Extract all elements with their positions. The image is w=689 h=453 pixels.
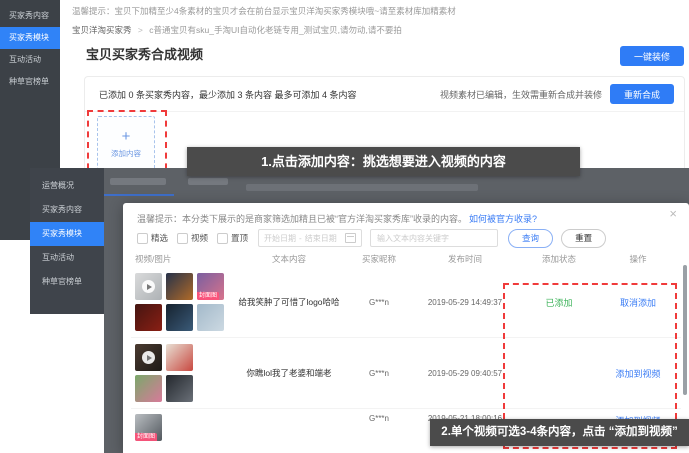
reset-button[interactable]: 重置: [561, 229, 606, 248]
media-thumbnail[interactable]: [135, 375, 162, 402]
content-text-cell: 你瞧lol我了老婆和端老: [235, 367, 343, 379]
panel2-sidebar: 运营概况买家秀内容买家秀模块互动活动种草官榜单: [30, 168, 104, 314]
column-header: 文本内容: [235, 253, 343, 265]
active-tab-underline: [104, 194, 174, 196]
search-button[interactable]: 查询: [508, 229, 553, 248]
thumb-grid: 封面图: [135, 414, 235, 441]
media-thumbnail[interactable]: 封面图: [197, 273, 224, 300]
thumbnail-cell: 封面图: [131, 273, 235, 331]
sidebar-item[interactable]: 种草官榜单: [30, 270, 104, 294]
date-start-placeholder: 开始日期: [264, 233, 296, 244]
breadcrumb: 宝贝洋淘买家秀 > c普通宝贝有sku_手淘UI自动化老链专用_测试宝贝,请勿动…: [72, 24, 402, 36]
filter-checkbox-label: 精选: [151, 232, 168, 244]
keyword-input[interactable]: [370, 229, 498, 247]
resynthesize-note: 视频素材已编辑，生效需重新合成并装修: [440, 88, 602, 101]
checkbox-icon: [217, 233, 228, 244]
buyer-nick-cell: G***n: [343, 414, 415, 423]
column-header: 买家昵称: [343, 253, 415, 265]
column-header: 发布时间: [415, 253, 515, 265]
media-thumbnail[interactable]: [197, 304, 224, 331]
media-thumbnail[interactable]: [135, 344, 162, 371]
tutorial-composite-canvas: 买家秀内容买家秀模块互动活动种草官榜单 温馨提示：宝贝下加精至少4条素材的宝贝才…: [0, 0, 689, 453]
breadcrumb-current: c普通宝贝有sku_手淘UI自动化老链专用_测试宝贝,请勿动,请不要拍: [149, 25, 402, 35]
media-thumbnail[interactable]: [166, 273, 193, 300]
play-icon: [142, 280, 155, 293]
media-thumbnail[interactable]: 封面图: [135, 414, 162, 441]
content-text-cell: 给我笑肿了可惜了logo哈哈: [235, 296, 343, 308]
thumb-grid: 封面图: [135, 273, 235, 331]
calendar-icon: [345, 233, 356, 243]
filter-checkbox[interactable]: 视频: [177, 232, 208, 244]
compose-box-header: 已添加 0 条买家秀内容，最少添加 3 条内容 最多可添加 4 条内容 视频素材…: [85, 77, 684, 112]
sidebar-item[interactable]: 买家秀内容: [0, 5, 60, 27]
filter-row: 精选 视频 置顶 开始日期 - 结束日期 查询 重置: [137, 229, 606, 247]
checkbox-icon: [177, 233, 188, 244]
page-title: 宝贝买家秀合成视频: [86, 44, 203, 63]
thumbnail-cell: [131, 344, 235, 402]
plus-icon: +: [122, 129, 131, 144]
sidebar-item[interactable]: 互动活动: [30, 246, 104, 270]
buyer-nick-cell: G***n: [343, 298, 415, 307]
filter-checkbox[interactable]: 置顶: [217, 232, 248, 244]
modal-scrollbar[interactable]: [683, 265, 687, 395]
modal-notice: 温馨提示：本分类下展示的是商家筛选加精且已被“官方洋淘买家秀库”收录的内容。如何…: [137, 212, 537, 225]
panel1-notice: 温馨提示：宝贝下加精至少4条素材的宝贝才会在前台显示宝贝洋淘买家秀模块哦~请至素…: [72, 5, 456, 17]
media-thumbnail[interactable]: [166, 344, 193, 371]
media-thumbnail[interactable]: [166, 304, 193, 331]
step1-tooltip: 1.点击添加内容：挑选想要进入视频的内容: [187, 147, 580, 176]
sidebar-item[interactable]: 互动活动: [0, 49, 60, 71]
cover-badge: 封面图: [135, 433, 157, 441]
add-content-tile[interactable]: + 添加内容: [97, 116, 155, 172]
added-count-summary: 已添加 0 条买家秀内容，最少添加 3 条内容 最多可添加 4 条内容: [99, 88, 440, 101]
breadcrumb-separator-icon: >: [138, 25, 143, 35]
dimmed-tab-text: [188, 178, 228, 185]
publish-time-cell: 2019-05-29 09:40:57: [415, 369, 515, 378]
step2-tooltip: 2.单个视频可选3-4条内容，点击 “添加到视频”: [430, 419, 689, 446]
cover-badge: 封面图: [197, 292, 219, 300]
add-content-label: 添加内容: [111, 148, 141, 159]
column-header: 操作: [603, 253, 673, 265]
filter-checkbox[interactable]: 精选: [137, 232, 168, 244]
table-header-row: 视频/图片文本内容买家昵称发布时间添加状态操作: [131, 251, 681, 267]
sidebar-item[interactable]: 买家秀内容: [30, 198, 104, 222]
media-thumbnail[interactable]: [135, 304, 162, 331]
modal-notice-text: 温馨提示：本分类下展示的是商家筛选加精且已被“官方洋淘买家秀库”收录的内容。: [137, 214, 467, 224]
filter-checkbox-label: 置顶: [231, 232, 248, 244]
official-collect-link[interactable]: 如何被官方收录?: [469, 214, 537, 224]
thumbnail-cell: 封面图: [131, 414, 235, 441]
thumb-grid: [135, 344, 235, 402]
publish-time-cell: 2019-05-29 14:49:37: [415, 298, 515, 307]
buyer-nick-cell: G***n: [343, 369, 415, 378]
filter-checkbox-label: 视频: [191, 232, 208, 244]
dimmed-tab-text: [110, 178, 166, 185]
date-separator: -: [299, 234, 302, 243]
breadcrumb-root[interactable]: 宝贝洋淘买家秀: [72, 25, 132, 35]
date-end-placeholder: 结束日期: [305, 233, 337, 244]
sidebar-item[interactable]: 种草官榜单: [0, 71, 60, 93]
media-thumbnail[interactable]: [135, 273, 162, 300]
column-header: 视频/图片: [131, 253, 235, 265]
play-icon: [142, 351, 155, 364]
sidebar-item[interactable]: 买家秀模块: [30, 222, 104, 246]
checkbox-icon: [137, 233, 148, 244]
resynthesize-button[interactable]: 重新合成: [610, 84, 674, 104]
column-header: 添加状态: [515, 253, 603, 265]
media-thumbnail[interactable]: [166, 375, 193, 402]
date-range-input[interactable]: 开始日期 - 结束日期: [258, 229, 362, 247]
close-icon[interactable]: ×: [669, 207, 677, 220]
sidebar-item[interactable]: 买家秀模块: [0, 27, 60, 49]
filter-checkbox-group: 精选 视频 置顶: [137, 232, 248, 244]
sidebar-item[interactable]: 运营概况: [30, 174, 104, 198]
one-key-decorate-button[interactable]: 一键装修: [620, 46, 684, 66]
dimmed-notice-text: [246, 184, 478, 191]
